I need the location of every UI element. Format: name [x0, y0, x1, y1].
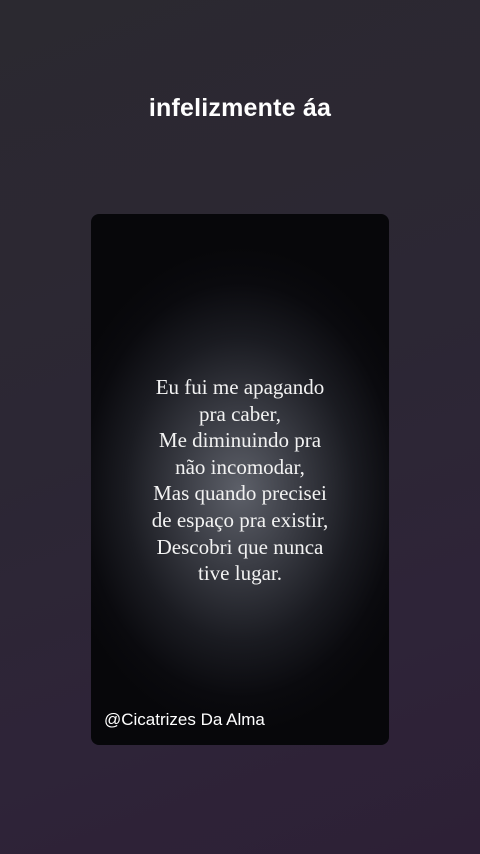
poem-line: pra caber,: [199, 401, 281, 426]
poem-line: Me diminuindo pra: [158, 428, 322, 453]
author-handle: @Cicatrizes Da Alma: [104, 710, 265, 729]
poem-line: tive lugar.: [198, 561, 282, 586]
story-caption: infelizmente áa: [148, 94, 332, 122]
poem-line: Mas quando precisei: [153, 481, 327, 506]
story-screen: { "story": { "caption": "infelizmente áa…: [0, 0, 480, 854]
poem-text: Eu fui me apagando pra caber, Me diminui…: [91, 374, 389, 587]
quote-image-card: Eu fui me apagando pra caber, Me diminui…: [91, 214, 389, 745]
poem-line: Descobri que nunca: [156, 534, 324, 559]
poem-line: não incomodar,: [175, 454, 305, 479]
poem-line: de espaço pra existir,: [151, 507, 329, 532]
poem-line: Eu fui me apagando: [155, 375, 325, 399]
